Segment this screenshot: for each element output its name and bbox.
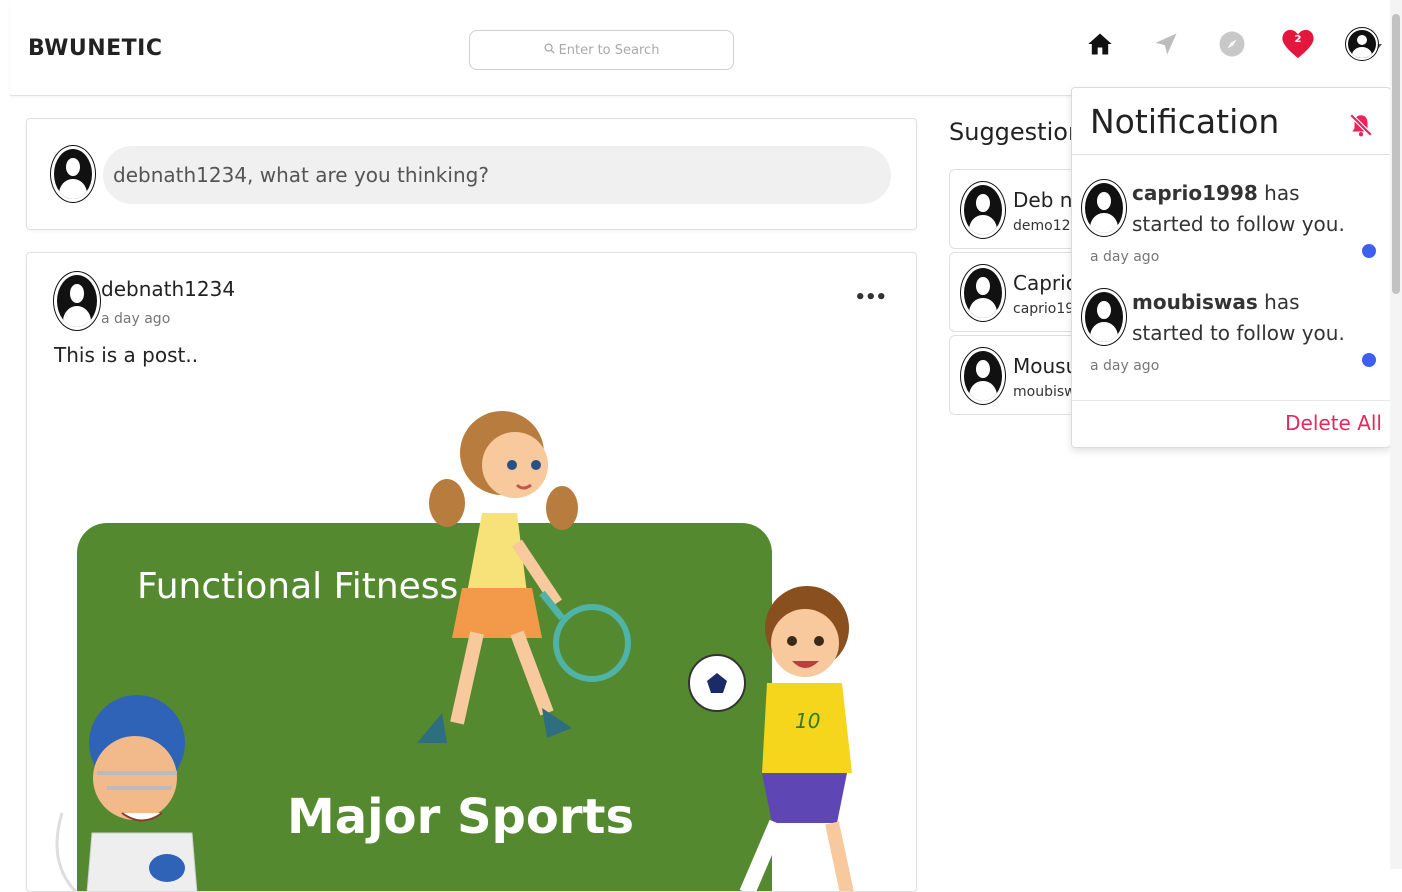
avatar-icon <box>1345 27 1379 61</box>
compass-icon[interactable] <box>1214 26 1250 62</box>
notification-count-badge: 2 <box>1294 34 1302 45</box>
heart-icon[interactable]: 2 <box>1280 26 1316 62</box>
create-post-input[interactable]: debnath1234, what are you thinking? <box>103 146 891 204</box>
create-post-card: debnath1234, what are you thinking? <box>26 118 917 230</box>
post-options-button[interactable]: ••• <box>854 287 887 308</box>
notification-text: moubiswas has started to follow you. <box>1132 287 1347 349</box>
notification-item[interactable]: moubiswas has started to follow you. a d… <box>1072 285 1390 393</box>
unread-dot <box>1362 353 1376 367</box>
send-icon[interactable] <box>1148 26 1184 62</box>
unread-dot <box>1362 244 1376 258</box>
image-headline-1: Functional Fitness <box>137 566 458 607</box>
notification-text: caprio1998 has started to follow you. <box>1132 178 1347 240</box>
post-card: debnath1234 a day ago ••• This is a post… <box>26 252 917 892</box>
jersey-number: 10 <box>795 709 820 733</box>
notification-user[interactable]: moubiswas <box>1132 290 1258 314</box>
search-icon <box>544 42 555 58</box>
notification-footer: Delete All <box>1072 400 1390 448</box>
image-headline-2: Major Sports <box>287 789 634 845</box>
nav-icons: 2 <box>1082 26 1382 62</box>
notification-dropdown: Notification caprio1998 has started to f… <box>1071 87 1391 448</box>
suggestion-avatar <box>960 181 1006 239</box>
post-text: This is a post.. <box>54 343 199 367</box>
scrollbar[interactable] <box>1390 0 1402 869</box>
search-input[interactable]: Enter to Search <box>469 30 734 70</box>
post-time: a day ago <box>101 311 171 327</box>
brand-logo[interactable]: BWUNETIC <box>28 36 162 61</box>
notification-title: Notification <box>1090 102 1280 141</box>
bell-slash-icon[interactable] <box>1348 112 1374 142</box>
post-image[interactable]: Functional Fitness Major Sports 10 <box>47 393 897 892</box>
notification-avatar <box>1081 179 1127 237</box>
profile-menu-button[interactable] <box>1345 26 1382 62</box>
home-icon[interactable] <box>1082 26 1118 62</box>
suggestion-avatar <box>960 347 1006 405</box>
notification-time: a day ago <box>1090 358 1160 374</box>
delete-all-button[interactable]: Delete All <box>1285 411 1382 435</box>
notification-user[interactable]: caprio1998 <box>1132 181 1258 205</box>
notification-header: Notification <box>1072 88 1390 155</box>
notification-item[interactable]: caprio1998 has started to follow you. a … <box>1072 176 1390 284</box>
soccer-ball-illustration <box>688 654 746 712</box>
suggestion-avatar <box>960 264 1006 322</box>
navbar: BWUNETIC Enter to Search 2 <box>10 0 1390 96</box>
notification-avatar <box>1081 288 1127 346</box>
suggestion-handle: demo123 <box>1013 218 1080 234</box>
scrollbar-thumb[interactable] <box>1392 14 1400 294</box>
create-post-prompt: debnath1234, what are you thinking? <box>113 163 489 187</box>
notification-time: a day ago <box>1090 249 1160 265</box>
avatar <box>50 145 96 203</box>
post-username[interactable]: debnath1234 <box>101 277 235 301</box>
post-author-avatar[interactable] <box>53 271 101 331</box>
search-placeholder: Enter to Search <box>558 42 660 58</box>
